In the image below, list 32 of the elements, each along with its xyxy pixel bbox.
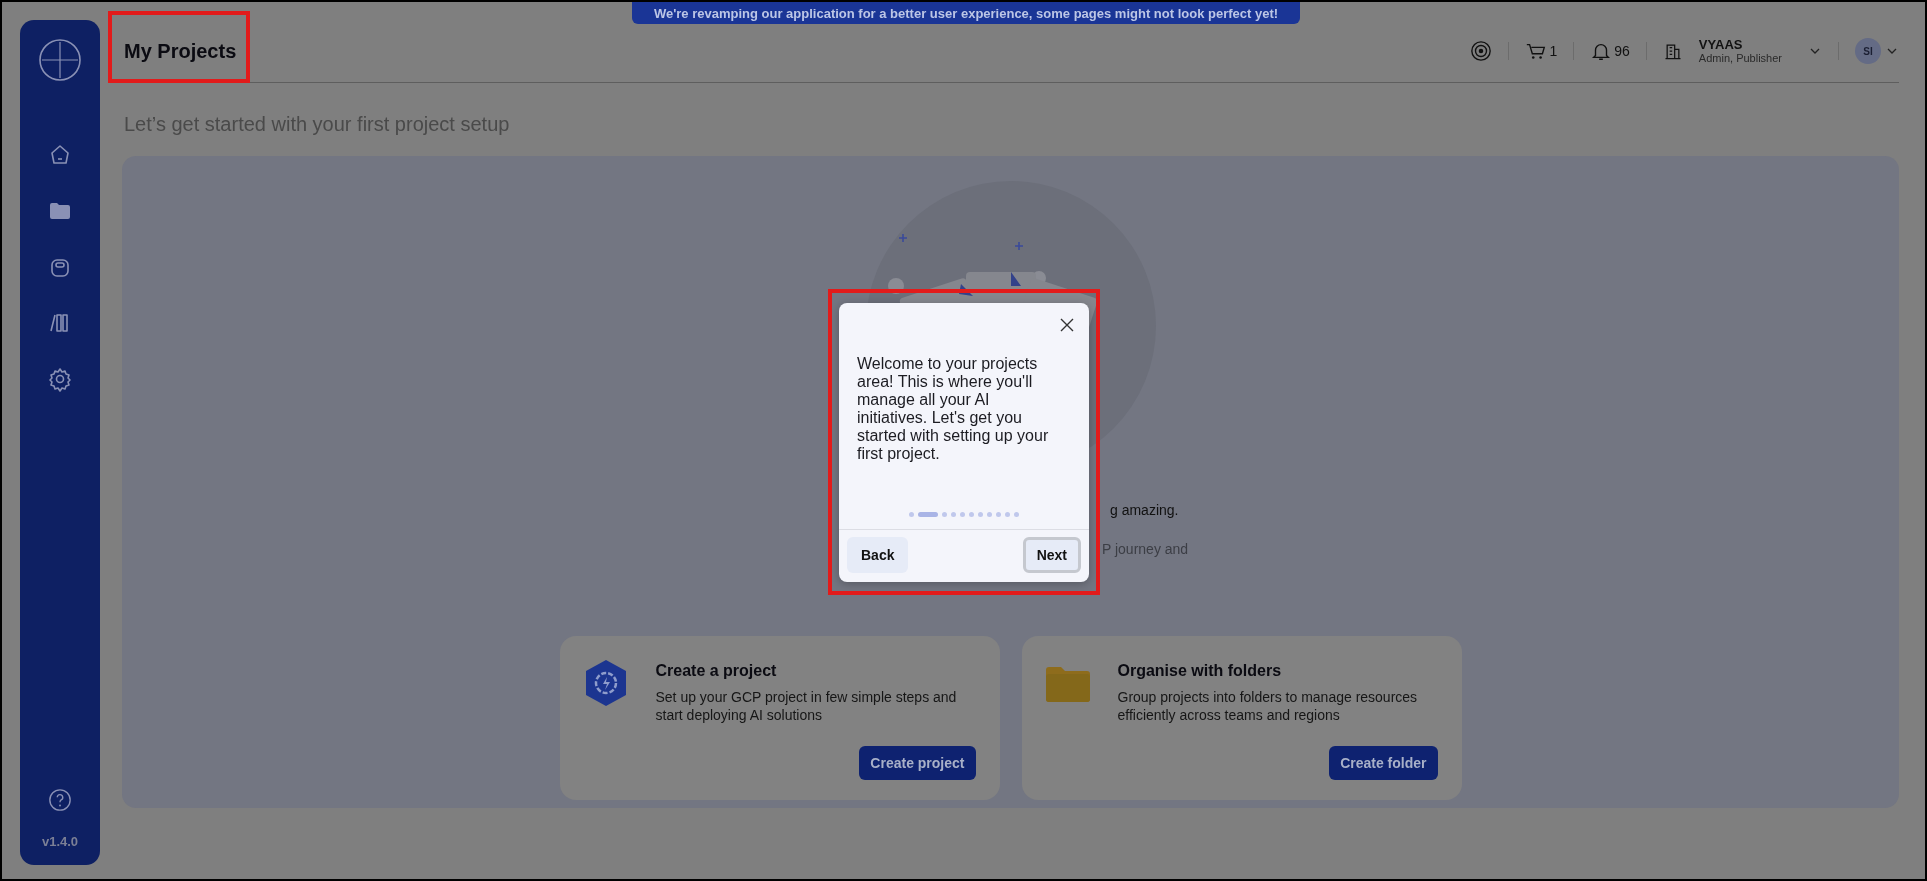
step-dot[interactable]: [978, 512, 983, 517]
step-dot[interactable]: [951, 512, 956, 517]
logo-icon: [38, 38, 82, 82]
card-description: Set up your GCP project in few simple steps and start deploying AI solutions: [655, 688, 958, 725]
create-button[interactable]: Create folder: [1329, 746, 1438, 780]
step-dot[interactable]: [1005, 512, 1010, 517]
tour-message: Welcome to your projects area! This is where you'll manage all your AI initiatives. Let's get you started with setting up your first project.: [857, 355, 1050, 463]
next-button[interactable]: Next: [1022, 537, 1081, 573]
step-dot[interactable]: [996, 512, 1001, 517]
page-title: My Projects: [124, 39, 237, 63]
help-icon[interactable]: [48, 788, 72, 812]
step-dot[interactable]: [1014, 512, 1019, 517]
notifications-button[interactable]: 96: [1590, 40, 1630, 62]
step-dot[interactable]: [909, 512, 914, 517]
hero-text: P journey and: [1102, 541, 1189, 557]
cart-button[interactable]: 1: [1525, 40, 1558, 62]
settings-icon[interactable]: [47, 366, 73, 392]
step-dot[interactable]: [987, 512, 992, 517]
step-dot[interactable]: [969, 512, 974, 517]
notice-banner: We're revamping our application for a better user experience, some pages might not look perfect yet!: [632, 2, 1300, 24]
create-button[interactable]: Create project: [859, 746, 976, 780]
target-icon[interactable]: [1470, 40, 1493, 62]
card-title: Create a project: [655, 662, 778, 680]
hero-text: g amazing.: [1110, 502, 1179, 518]
user-roles: Admin, Publisher: [1698, 52, 1782, 66]
version-label: v1.4.0: [41, 834, 79, 849]
user-name: VYAAS: [1698, 36, 1744, 53]
back-button[interactable]: Back: [847, 537, 909, 573]
card-description: Group projects into folders to manage resources efficiently across teams and regions: [1117, 688, 1419, 725]
step-dot[interactable]: [942, 512, 947, 517]
card-title: Organise with folders: [1117, 662, 1283, 680]
step-dot[interactable]: [960, 512, 965, 517]
